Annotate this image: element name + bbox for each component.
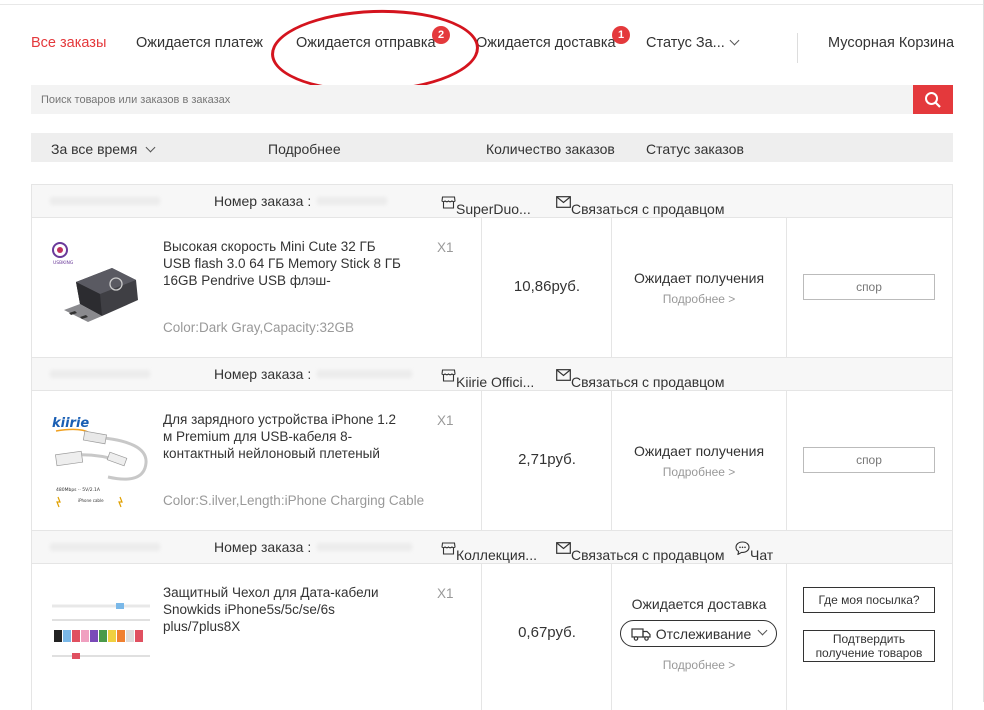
- redacted-order-number: [317, 543, 412, 551]
- order-header: Номер заказа : SuperDuo... Связаться с п…: [32, 185, 952, 218]
- order-card: Номер заказа : SuperDuo... Связаться с п…: [31, 184, 953, 358]
- order-price: 2,71руб.: [518, 451, 576, 468]
- redacted-order-number: [317, 370, 412, 378]
- order-card: Номер заказа : Kiirie Offici... Связатьс…: [31, 357, 953, 531]
- product-thumbnail-lightning-cable[interactable]: kiirie 480Mbps ·· 5V/2.1A iPhone cable: [50, 411, 152, 513]
- period-filter-dropdown[interactable]: За все время: [51, 141, 156, 157]
- order-header: Номер заказа : Коллекция... Связаться с …: [32, 531, 952, 564]
- product-thumbnail-usb-flash-drive[interactable]: USBKING: [50, 238, 152, 340]
- tab-all-orders[interactable]: Все заказы: [31, 35, 106, 51]
- product-thumbnail-cable-protector[interactable]: [50, 586, 152, 688]
- order-details-link[interactable]: Подробнее >: [612, 465, 786, 479]
- store-icon: [441, 196, 456, 209]
- column-divider: [611, 564, 612, 710]
- order-status-column-header: Статус заказов: [646, 141, 744, 157]
- column-divider: [611, 391, 612, 530]
- order-number-label: Номер заказа :: [214, 366, 312, 382]
- period-filter-label: За все время: [51, 141, 138, 157]
- tab-awaiting-payment[interactable]: Ожидается платеж: [136, 35, 263, 51]
- mail-icon: [556, 542, 571, 555]
- dispute-button[interactable]: спор: [803, 274, 935, 300]
- contact-seller-link[interactable]: Связаться с продавцом: [556, 366, 724, 390]
- order-body: USBKING Высокая скорость Mini Cute 32 ГБ…: [32, 218, 952, 357]
- product-quantity: X1: [437, 413, 454, 428]
- product-quantity: X1: [437, 240, 454, 255]
- redacted-date: [50, 370, 150, 378]
- tab-awaiting-shipment[interactable]: Ожидается отправка: [296, 35, 436, 51]
- redacted-date: [50, 543, 160, 551]
- confirm-receipt-button[interactable]: Подтвердить получение товаров: [803, 630, 935, 662]
- product-attributes: Color:S.ilver,Length:iPhone Charging Cab…: [163, 493, 425, 508]
- product-title[interactable]: Высокая скорость Mini Cute 32 ГБ USB fla…: [163, 238, 403, 289]
- chevron-down-icon: [145, 142, 156, 153]
- product-attributes: Color:Dark Gray,Capacity:32GB: [163, 320, 355, 335]
- product-title[interactable]: Защитный Чехол для Дата-кабели Snowkids …: [163, 584, 403, 635]
- product-quantity: X1: [437, 586, 454, 601]
- store-icon: [441, 542, 456, 555]
- awaiting-shipment-count-badge: 2: [432, 26, 450, 44]
- chat-icon: [735, 541, 750, 556]
- redacted-order-number: [317, 197, 387, 205]
- search-input[interactable]: [31, 85, 913, 114]
- order-price: 0,67руб.: [518, 624, 576, 641]
- store-name: Kiirie Offici...: [456, 374, 535, 390]
- column-divider: [786, 391, 787, 530]
- top-divider: [0, 4, 984, 5]
- where-is-my-package-button[interactable]: Где моя посылка?: [803, 587, 935, 613]
- order-number-label: Номер заказа :: [214, 539, 312, 555]
- search-field[interactable]: [31, 85, 913, 114]
- order-card: Номер заказа : Коллекция... Связаться с …: [31, 530, 953, 710]
- order-body: Защитный Чехол для Дата-кабели Snowkids …: [32, 564, 952, 710]
- store-name: SuperDuo...: [456, 201, 531, 217]
- truck-icon: [631, 627, 651, 641]
- redacted-date: [50, 197, 160, 205]
- svg-text:iPhone cable: iPhone cable: [78, 498, 104, 503]
- order-status: Ожидает получения: [633, 443, 765, 459]
- column-divider: [786, 218, 787, 357]
- order-details-link[interactable]: Подробнее >: [612, 292, 786, 306]
- order-body: kiirie 480Mbps ·· 5V/2.1A iPhone cable Д…: [32, 391, 952, 530]
- order-header: Номер заказа : Kiirie Offici... Связатьс…: [32, 358, 952, 391]
- contact-seller-link[interactable]: Связаться с продавцом: [556, 539, 724, 563]
- product-title[interactable]: Для зарядного устройства iPhone 1.2 м Pr…: [163, 411, 403, 462]
- chat-label: Чат: [750, 547, 774, 563]
- svg-text:480Mbps ·· 5V/2.1A: 480Mbps ·· 5V/2.1A: [56, 487, 101, 493]
- store-link[interactable]: SuperDuo...: [441, 193, 531, 217]
- column-divider: [786, 564, 787, 710]
- chat-link[interactable]: Чат: [735, 539, 773, 563]
- contact-seller-label: Связаться с продавцом: [571, 547, 725, 563]
- search-button[interactable]: [913, 85, 953, 114]
- tracking-dropdown-button[interactable]: Отслеживание: [620, 620, 777, 647]
- order-count-column-header: Количество заказов: [486, 141, 615, 157]
- awaiting-delivery-count-badge: 1: [612, 26, 630, 44]
- dispute-button[interactable]: спор: [803, 447, 935, 473]
- column-divider: [611, 218, 612, 357]
- tracking-label: Отслеживание: [655, 625, 752, 642]
- order-number-label: Номер заказа :: [214, 193, 312, 209]
- chevron-down-icon: [757, 625, 768, 636]
- details-column-header: Подробнее: [268, 141, 341, 157]
- filter-bar: За все время Подробнее Количество заказо…: [31, 133, 953, 162]
- store-name: Коллекция...: [456, 547, 537, 563]
- order-status: Ожидает получения: [633, 270, 765, 286]
- chevron-down-icon: [729, 35, 740, 46]
- order-status: Ожидается доставка: [631, 596, 767, 612]
- contact-seller-label: Связаться с продавцом: [571, 374, 725, 390]
- tab-separator: [797, 33, 798, 63]
- store-link[interactable]: Коллекция...: [441, 539, 537, 563]
- tab-order-status-label: Статус За...: [646, 35, 725, 51]
- order-price: 10,86руб.: [513, 278, 581, 295]
- mail-icon: [556, 196, 571, 209]
- tab-order-status-dropdown[interactable]: Статус За...: [646, 35, 740, 51]
- tab-awaiting-delivery[interactable]: Ожидается доставка: [476, 35, 616, 51]
- contact-seller-label: Связаться с продавцом: [571, 201, 725, 217]
- store-icon: [441, 369, 456, 382]
- store-link[interactable]: Kiirie Offici...: [441, 366, 534, 390]
- tab-trash[interactable]: Мусорная Корзина: [828, 35, 954, 51]
- order-details-link[interactable]: Подробнее >: [612, 658, 786, 672]
- search-icon: [925, 91, 941, 108]
- svg-text:USBKING: USBKING: [53, 260, 74, 266]
- mail-icon: [556, 369, 571, 382]
- contact-seller-link[interactable]: Связаться с продавцом: [556, 193, 724, 217]
